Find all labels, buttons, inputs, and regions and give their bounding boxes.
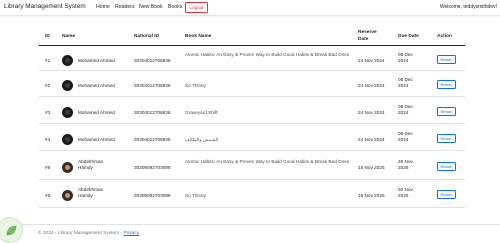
row-name: Abdelrhman Hamdy bbox=[78, 187, 104, 199]
row-divider bbox=[39, 150, 465, 151]
row-divider bbox=[39, 207, 465, 208]
row-due-date: 08 Dec 2024 bbox=[398, 104, 413, 116]
nav-link-readers[interactable]: Readers bbox=[115, 4, 135, 10]
footer-copyright: © 2024 - Library Management System - bbox=[38, 231, 123, 236]
row-national-id: 30304012706836 bbox=[134, 83, 171, 88]
return-button[interactable]: Return bbox=[437, 55, 456, 64]
row-book-name: Atomic Habits: An Easy & Proven Way to B… bbox=[185, 52, 350, 57]
row-reserve-date: 16 Nov 2025 bbox=[358, 165, 385, 170]
row-national-id: 30309092703099 bbox=[134, 165, 171, 170]
row-id: #5 bbox=[45, 165, 51, 170]
row-reserve-date: 24 Nov 2024 bbox=[358, 83, 385, 88]
row-name: Mohamed Ahmed bbox=[78, 83, 115, 88]
header-reserve-date: Reserve Date bbox=[358, 30, 377, 42]
row-due-date: 08 Dec 2024 bbox=[398, 52, 413, 64]
header-national-id: National ID bbox=[134, 34, 160, 39]
footer: © 2024 - Library Management System - Pri… bbox=[38, 231, 139, 236]
row-reserve-date: 24 Nov 2024 bbox=[358, 58, 385, 63]
row-due-date: 30 Nov 2025 bbox=[398, 187, 413, 199]
return-button[interactable]: Return bbox=[437, 107, 456, 116]
row-national-id: 30304012706836 bbox=[134, 58, 171, 63]
row-name: Mohamed Ahmed bbox=[78, 58, 115, 63]
footer-divider bbox=[0, 224, 500, 225]
row-divider bbox=[39, 179, 465, 180]
header-book-name: Book Name bbox=[185, 34, 212, 39]
row-national-id: 30304012706836 bbox=[134, 137, 171, 142]
nav-link-new-book[interactable]: New Book bbox=[139, 4, 163, 10]
row-book-name: So Thirsty bbox=[185, 83, 207, 88]
row-divider bbox=[39, 96, 465, 97]
row-national-id: 30304012706836 bbox=[134, 110, 171, 115]
leaf-badge-icon[interactable] bbox=[0, 217, 23, 243]
row-book-name: So Thirsty bbox=[185, 193, 207, 198]
row-book-name: Graveyard Shift bbox=[185, 110, 218, 115]
return-button[interactable]: Return bbox=[437, 190, 456, 199]
row-id: #1 bbox=[45, 58, 51, 63]
row-divider bbox=[39, 70, 465, 71]
row-divider bbox=[39, 123, 465, 124]
return-button[interactable]: Return bbox=[437, 134, 456, 143]
person-photo-avatar bbox=[62, 162, 73, 173]
row-reserve-date: 24 Nov 2024 bbox=[358, 137, 385, 142]
person-photo-avatar bbox=[62, 190, 73, 201]
row-id: #3 bbox=[45, 110, 51, 115]
dark-logo-avatar bbox=[62, 107, 73, 118]
dark-logo-avatar bbox=[62, 80, 73, 91]
nav-link-books[interactable]: Books bbox=[168, 4, 182, 10]
row-book-name: Atomic Habits: An Easy & Proven Way to B… bbox=[185, 159, 350, 164]
row-due-date: 08 Dec 2024 bbox=[398, 77, 413, 89]
brand-title[interactable]: Library Management System bbox=[4, 3, 86, 10]
row-book-name: الشمس والتكاثف bbox=[185, 137, 219, 142]
row-due-date: 08 Dec 2024 bbox=[398, 131, 413, 143]
return-button[interactable]: Return bbox=[437, 80, 456, 89]
row-reserve-date: 16 Nov 2025 bbox=[358, 193, 385, 198]
logout-button[interactable]: Logout bbox=[185, 1, 208, 13]
privacy-link[interactable]: Privacy bbox=[123, 231, 139, 236]
nav-link-home[interactable]: Home bbox=[96, 4, 110, 10]
row-name: Abdelrhman Hamdy bbox=[78, 159, 104, 171]
row-id: #4 bbox=[45, 137, 51, 142]
row-name: Mohamed Ahmed bbox=[78, 137, 115, 142]
row-name: Mohamed Ahmed bbox=[78, 110, 115, 115]
header-action: Action bbox=[437, 34, 452, 39]
row-id: #6 bbox=[45, 193, 51, 198]
dark-logo-avatar bbox=[62, 55, 73, 66]
header-id: ID bbox=[45, 34, 50, 39]
row-reserve-date: 24 Nov 2024 bbox=[358, 110, 385, 115]
row-national-id: 30309092703099 bbox=[134, 193, 171, 198]
header-due-date: Due Date bbox=[398, 34, 419, 39]
row-due-date: 30 Nov 2025 bbox=[398, 159, 413, 171]
header-divider bbox=[39, 45, 465, 47]
header-name: Name bbox=[62, 34, 76, 39]
dark-logo-avatar bbox=[62, 134, 73, 145]
navbar: Library Management System Home Readers N… bbox=[0, 0, 500, 16]
return-button[interactable]: Return bbox=[437, 162, 456, 171]
row-id: #2 bbox=[45, 83, 51, 88]
welcome-text: Welcome, teddysmithdev! bbox=[439, 4, 497, 10]
